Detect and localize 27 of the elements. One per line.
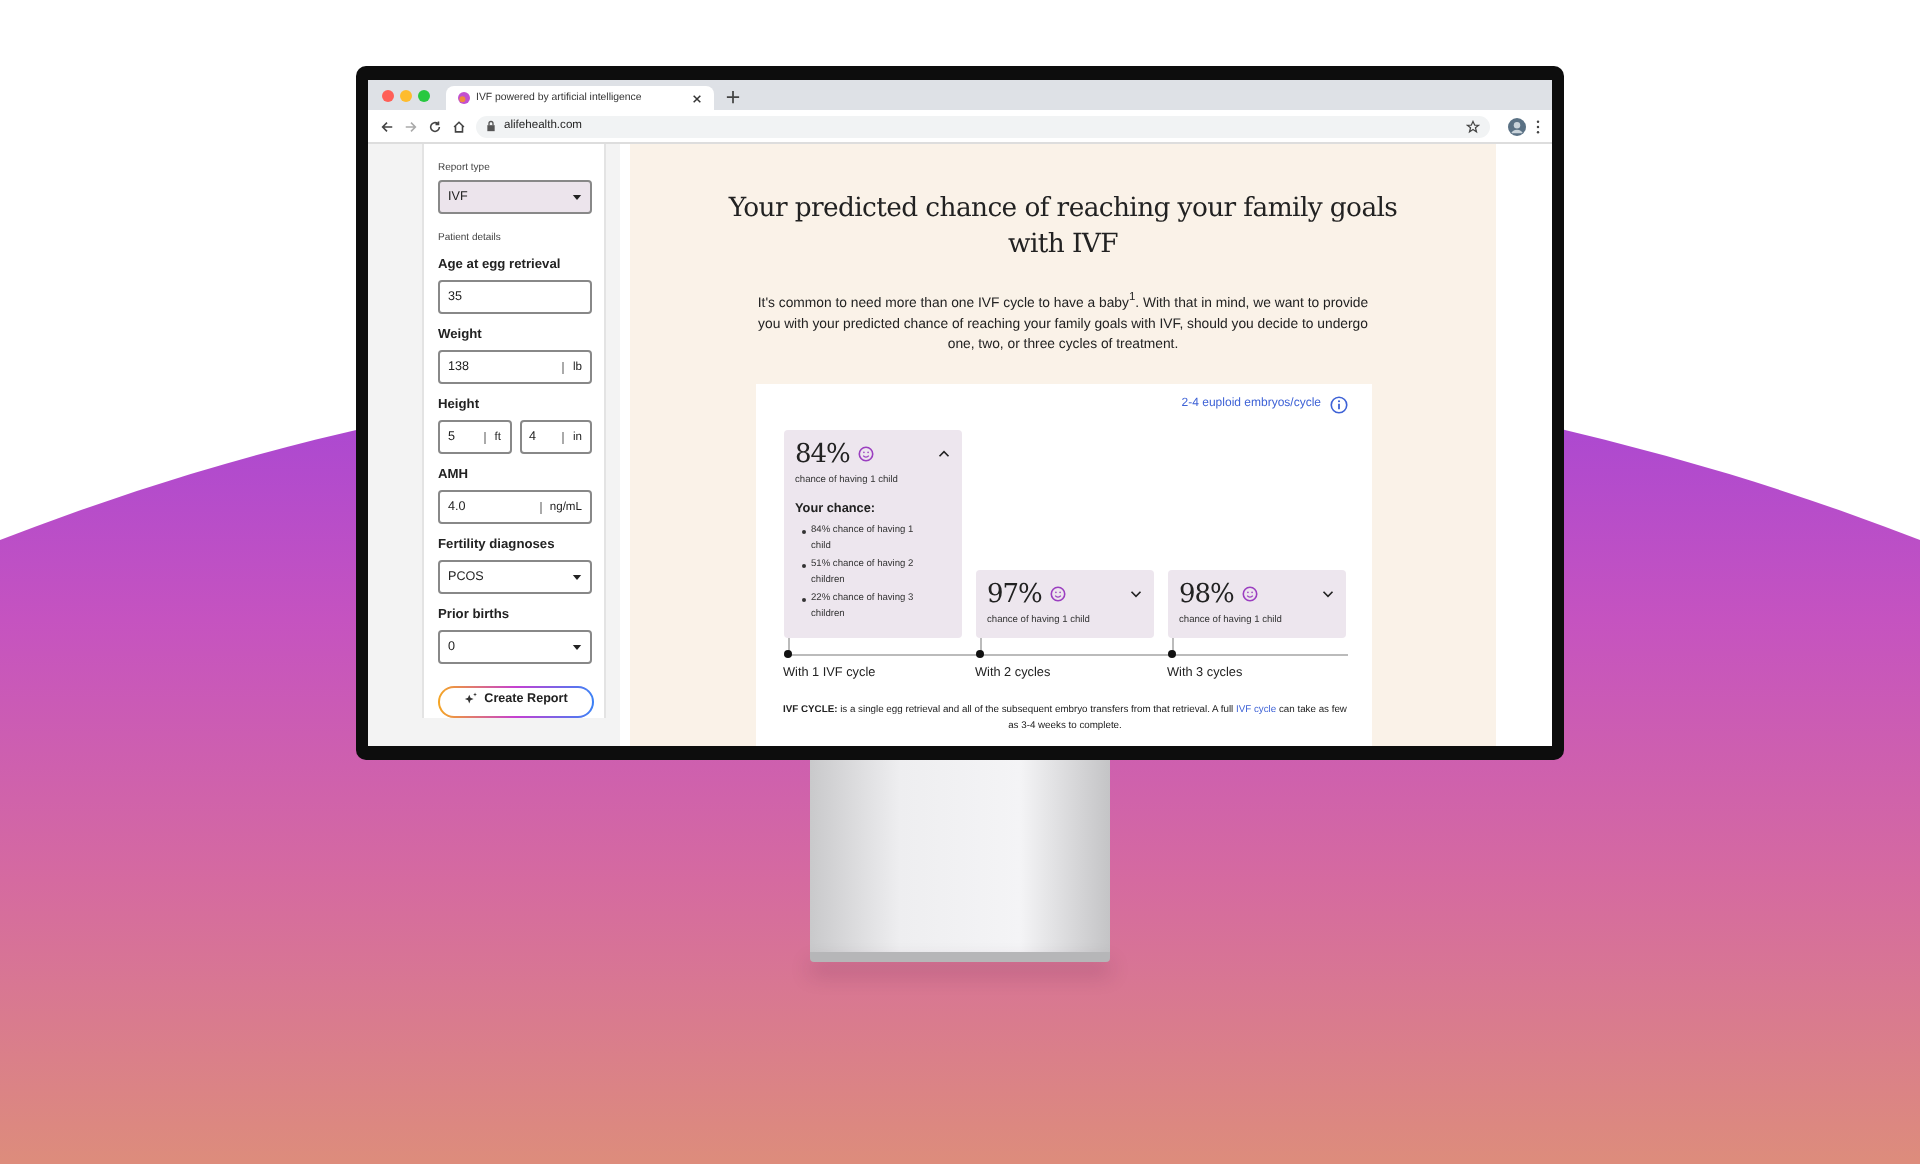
caret-icon [572,643,582,651]
home-icon[interactable] [452,119,466,133]
smiley-icon [1049,586,1066,603]
timeline-dot [783,650,791,659]
sparkle-icon [464,692,479,706]
profile-avatar-icon[interactable] [1508,117,1526,135]
chance-percent: 84% [795,439,850,470]
smiley-icon [1241,586,1258,603]
lock-icon [486,120,496,132]
favicon-icon [458,92,470,104]
caret-icon [572,573,582,581]
chevron-down-icon[interactable] [1321,590,1333,599]
chance-percent: 98% [1179,579,1234,610]
info-icon[interactable] [1329,395,1347,414]
smiley-icon [857,446,874,463]
chevron-down-icon[interactable] [1129,590,1141,599]
new-tab-icon[interactable] [726,90,740,104]
back-icon[interactable] [380,119,394,133]
reload-icon[interactable] [428,119,442,133]
timeline-dot [1167,650,1175,659]
bookmark-star-icon[interactable] [1466,119,1480,133]
caret-icon [572,193,582,201]
chance-percent: 97% [987,579,1042,610]
chevron-up-icon[interactable] [937,450,949,459]
close-tab-icon[interactable] [692,93,702,103]
results-title: Your predicted chance of reaching your family goals with IVF [726,192,1400,264]
timeline-dot [975,650,983,659]
